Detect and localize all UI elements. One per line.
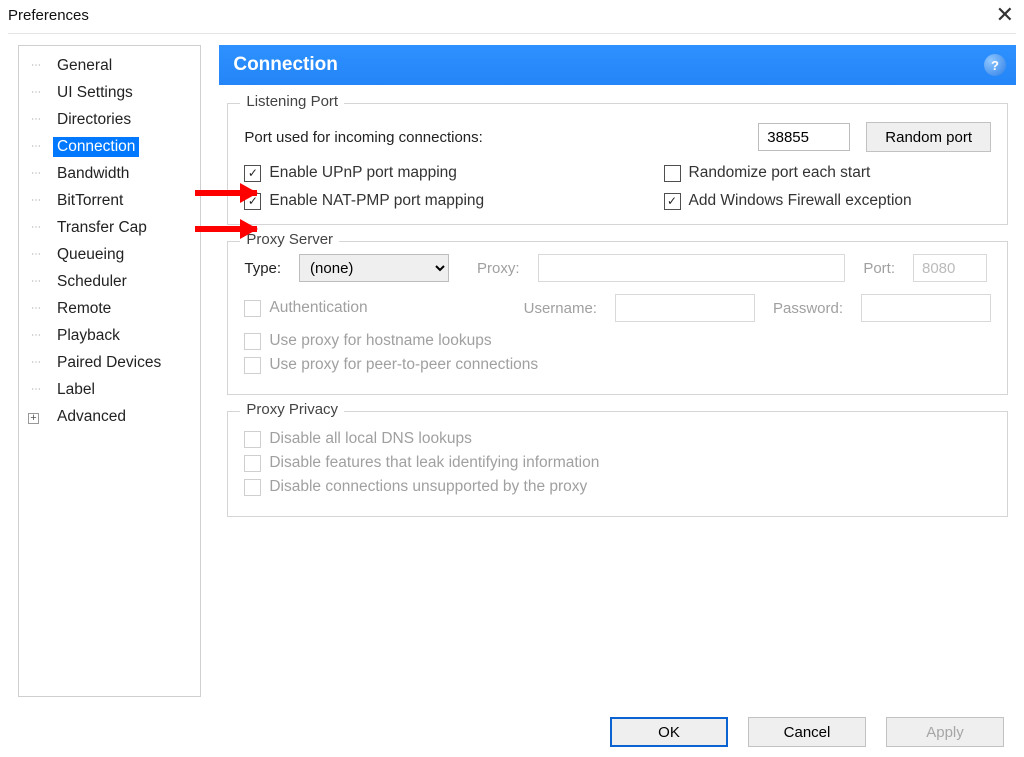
checkbox-icon: [244, 300, 261, 317]
tree-leaf-icon: ⋯: [19, 168, 53, 179]
tree-leaf-icon: ⋯: [19, 195, 53, 206]
sidebar-item-label: Directories: [53, 110, 135, 130]
proxy-password-label: Password:: [773, 300, 843, 317]
checkbox-icon: [664, 165, 681, 182]
sidebar-item-label: Transfer Cap: [53, 218, 151, 238]
panel-header: Connection ?: [219, 45, 1016, 85]
sidebar-item-general[interactable]: ⋯General: [19, 52, 200, 79]
sidebar-item-scheduler[interactable]: ⋯Scheduler: [19, 268, 200, 295]
proxy-password-input: [861, 294, 991, 322]
annotation-arrow: [195, 190, 257, 196]
sidebar-item-label: BitTorrent: [53, 191, 127, 211]
proxy-type-select[interactable]: (none): [299, 254, 449, 282]
listening-port-legend: Listening Port: [240, 93, 344, 110]
proxy-host-input: [538, 254, 846, 282]
cancel-button[interactable]: Cancel: [748, 717, 866, 747]
proxy-port-label: Port:: [863, 260, 895, 277]
checkbox-icon: ✓: [664, 193, 681, 210]
content-panel: Connection ? Listening Port Port used fo…: [219, 45, 1016, 697]
proxy-username-input: [615, 294, 755, 322]
checkbox-icon: [244, 333, 261, 350]
sidebar-item-label: Remote: [53, 299, 115, 319]
sidebar-item-label[interactable]: ⋯Label: [19, 376, 200, 403]
proxy-p2p-checkbox: Use proxy for peer-to-peer connections: [244, 356, 991, 374]
close-icon[interactable]: ✕: [996, 4, 1014, 26]
tree-leaf-icon: ⋯: [19, 114, 53, 125]
titlebar: Preferences ✕: [0, 0, 1024, 30]
dialog-footer: OK Cancel Apply: [610, 717, 1004, 747]
ok-button[interactable]: OK: [610, 717, 728, 747]
proxy-host-label: Proxy:: [477, 260, 520, 277]
checkbox-icon: ✓: [244, 165, 261, 182]
expand-icon[interactable]: +: [28, 413, 39, 424]
disable-leak-checkbox: Disable features that leak identifying i…: [244, 454, 991, 472]
disable-unsupported-checkbox: Disable connections unsupported by the p…: [244, 478, 991, 496]
panel-title: Connection: [233, 54, 338, 76]
proxy-privacy-group: Proxy Privacy Disable all local DNS look…: [227, 411, 1008, 517]
sidebar-item-label: Label: [53, 380, 99, 400]
sidebar-item-transfer-cap[interactable]: ⋯Transfer Cap: [19, 214, 200, 241]
proxy-privacy-legend: Proxy Privacy: [240, 401, 344, 418]
sidebar-item-queueing[interactable]: ⋯Queueing: [19, 241, 200, 268]
proxy-auth-checkbox: Authentication: [244, 299, 367, 317]
sidebar-item-directories[interactable]: ⋯Directories: [19, 106, 200, 133]
natpmp-checkbox[interactable]: ✓ Enable NAT-PMP port mapping: [244, 192, 563, 210]
apply-button: Apply: [886, 717, 1004, 747]
sidebar-item-playback[interactable]: ⋯Playback: [19, 322, 200, 349]
sidebar-item-advanced[interactable]: + Advanced: [19, 403, 200, 430]
tree-leaf-icon: ⋯: [19, 222, 53, 233]
sidebar-item-connection[interactable]: ⋯Connection: [19, 133, 200, 160]
sidebar-item-label: Queueing: [53, 245, 128, 265]
disable-dns-checkbox: Disable all local DNS lookups: [244, 430, 991, 448]
annotation-arrow: [195, 226, 257, 232]
tree-leaf-icon: ⋯: [19, 87, 53, 98]
tree-leaf-icon: ⋯: [19, 357, 53, 368]
preferences-window: Preferences ✕ ⋯General⋯UI Settings⋯Direc…: [0, 0, 1024, 757]
sidebar-item-label: Paired Devices: [53, 353, 165, 373]
sidebar-item-label: Bandwidth: [53, 164, 133, 184]
incoming-port-input[interactable]: [758, 123, 850, 151]
sidebar-item-label: Advanced: [53, 407, 130, 427]
proxy-hostname-lookup-checkbox: Use proxy for hostname lookups: [244, 332, 991, 350]
checkbox-icon: [244, 479, 261, 496]
sidebar-item-label: Connection: [53, 137, 139, 157]
window-title: Preferences: [8, 7, 89, 24]
firewall-checkbox[interactable]: ✓ Add Windows Firewall exception: [664, 192, 991, 210]
upnp-checkbox[interactable]: ✓ Enable UPnP port mapping: [244, 164, 563, 182]
tree-leaf-icon: ⋯: [19, 303, 53, 314]
tree-leaf-icon: ⋯: [19, 141, 53, 152]
sidebar-item-label: Playback: [53, 326, 124, 346]
checkbox-icon: [244, 431, 261, 448]
sidebar-item-paired-devices[interactable]: ⋯Paired Devices: [19, 349, 200, 376]
incoming-port-label: Port used for incoming connections:: [244, 129, 482, 146]
titlebar-separator: [8, 33, 1016, 34]
sidebar-item-label: UI Settings: [53, 83, 137, 103]
listening-port-group: Listening Port Port used for incoming co…: [227, 103, 1008, 225]
tree-leaf-icon: ⋯: [19, 276, 53, 287]
sidebar-item-remote[interactable]: ⋯Remote: [19, 295, 200, 322]
sidebar-item-bittorrent[interactable]: ⋯BitTorrent: [19, 187, 200, 214]
proxy-username-label: Username:: [524, 300, 597, 317]
sidebar-item-bandwidth[interactable]: ⋯Bandwidth: [19, 160, 200, 187]
sidebar-item-label: Scheduler: [53, 272, 131, 292]
checkbox-icon: [244, 455, 261, 472]
sidebar-item-ui-settings[interactable]: ⋯UI Settings: [19, 79, 200, 106]
randomize-port-checkbox[interactable]: Randomize port each start: [664, 164, 991, 182]
tree-leaf-icon: ⋯: [19, 249, 53, 260]
proxy-server-group: Proxy Server Type: (none) Proxy: Port:: [227, 241, 1008, 395]
proxy-type-label: Type:: [244, 260, 281, 277]
tree-leaf-icon: ⋯: [19, 384, 53, 395]
tree-leaf-icon: ⋯: [19, 330, 53, 341]
proxy-port-input: [913, 254, 987, 282]
category-sidebar: ⋯General⋯UI Settings⋯Directories⋯Connect…: [18, 45, 201, 697]
tree-leaf-icon: ⋯: [19, 60, 53, 71]
help-icon[interactable]: ?: [984, 54, 1006, 76]
random-port-button[interactable]: Random port: [866, 122, 991, 152]
sidebar-item-label: General: [53, 56, 116, 76]
checkbox-icon: [244, 357, 261, 374]
